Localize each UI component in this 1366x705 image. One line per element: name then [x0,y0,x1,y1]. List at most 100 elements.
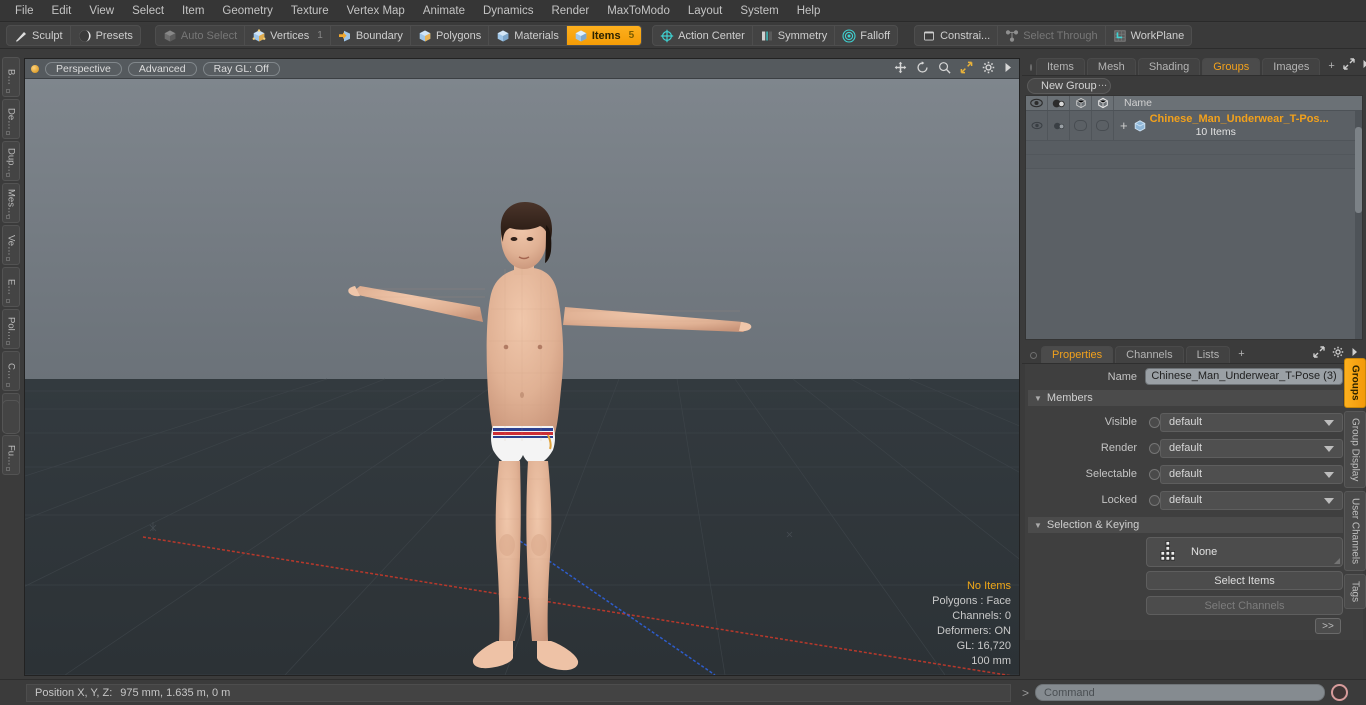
presets-button[interactable]: Presets [71,26,140,45]
left-tab-duplicate[interactable]: Dup… [2,141,20,181]
boundary-button[interactable]: Boundary [331,26,411,45]
group-name-field[interactable]: Chinese_Man_Underwear_T-Pose (3) [1145,368,1343,385]
viewport-raygl-button[interactable]: Ray GL: Off [202,61,280,76]
selectable-indicator-icon[interactable] [1149,468,1160,480]
menu-item-layout[interactable]: Layout [679,1,732,21]
locked-indicator-icon[interactable] [1149,494,1160,506]
groups-list-scrollbar[interactable] [1355,111,1362,339]
materials-button[interactable]: Materials [489,26,567,45]
members-section-header[interactable]: ▼ Members [1028,390,1343,406]
row-wire-toggle[interactable] [1070,111,1092,140]
move-icon[interactable] [894,61,907,77]
menu-item-dynamics[interactable]: Dynamics [474,1,542,21]
selectable-dropdown[interactable]: default [1160,464,1343,484]
menu-item-render[interactable]: Render [542,1,598,21]
menu-item-geometry[interactable]: Geometry [213,1,282,21]
table-row[interactable]: + Chinese_Man_Underwear_T-Pos... 10 Item… [1026,111,1362,141]
viewport-canvas[interactable]: Y X Z No Items Polygons : Face Channels:… [25,79,1019,675]
left-tab-edge[interactable]: E… [2,267,20,307]
render-dropdown[interactable]: default [1160,438,1343,458]
left-tool-collapse-button[interactable] [2,400,20,434]
tab-channels[interactable]: Channels [1115,346,1184,363]
select-items-button[interactable]: Select Items [1146,571,1343,590]
vertices-button[interactable]: Vertices 1 [245,26,331,45]
row-render-toggle[interactable] [1048,111,1070,140]
menu-item-animate[interactable]: Animate [414,1,474,21]
menu-item-help[interactable]: Help [788,1,830,21]
row-shade-toggle[interactable] [1092,111,1114,140]
action-center-button[interactable]: Action Center [653,26,753,45]
arrow-right-icon[interactable] [1004,62,1013,76]
tab-lists[interactable]: Lists [1185,346,1231,363]
tab-add-button[interactable]: + [1322,58,1340,75]
more-options-button[interactable]: >> [1315,618,1341,634]
select-through-button[interactable]: Select Through [998,26,1106,45]
expand-icon[interactable] [1313,346,1325,361]
fit-icon[interactable] [960,61,973,77]
zoom-icon[interactable] [938,61,951,77]
materials-label: Materials [514,29,559,42]
viewport-view-mode-button[interactable]: Perspective [45,61,122,76]
workplane-button[interactable]: WorkPlane [1106,26,1192,45]
polygons-label: Polygons [435,29,482,42]
row-name-cell[interactable]: + Chinese_Man_Underwear_T-Pos... 10 Item… [1114,113,1362,139]
falloff-button[interactable]: Falloff [835,26,897,45]
rotate-icon[interactable] [916,61,929,77]
menu-item-select[interactable]: Select [123,1,173,21]
menu-item-item[interactable]: Item [173,1,213,21]
tab-groups[interactable]: Groups [1202,58,1261,75]
side-tab-group-display[interactable]: Group Display [1344,410,1366,488]
tab-images[interactable]: Images [1262,58,1321,75]
left-tab-deform[interactable]: De… [2,99,20,139]
left-tab-fusion[interactable]: Fu… [2,435,20,475]
command-input[interactable] [1035,684,1326,701]
menu-item-texture[interactable]: Texture [282,1,338,21]
left-tab-basic[interactable]: B… [2,57,20,97]
menu-item-vertex-map[interactable]: Vertex Map [338,1,414,21]
tab-mesh[interactable]: Mesh ... [1086,58,1136,89]
side-tab-groups[interactable]: Groups [1344,358,1366,408]
menu-item-file[interactable]: File [6,1,43,21]
scrollbar-thumb[interactable] [1355,127,1362,213]
select-channels-button[interactable]: Select Channels [1146,596,1343,615]
viewport-shading-button[interactable]: Advanced [127,61,197,76]
items-button[interactable]: Items 5 [566,26,642,45]
properties-add-tab-button[interactable]: + [1232,346,1250,363]
command-record-icon[interactable] [1331,684,1349,701]
polygons-button[interactable]: Polygons [411,26,490,45]
left-tab-curve[interactable]: C… [2,351,20,391]
expand-icon[interactable] [1343,58,1355,73]
tab-items[interactable]: Items [1036,58,1085,75]
gear-icon[interactable] [1332,346,1344,361]
row-visible-toggle[interactable] [1026,111,1048,140]
constraint-button[interactable]: Constrai... [915,26,999,45]
symmetry-button[interactable]: Symmetry [753,26,836,45]
selection-keying-section-header[interactable]: ▼ Selection & Keying [1028,517,1343,533]
left-tab-mesh-edit[interactable]: Mes… [2,183,20,223]
locked-dropdown[interactable]: default [1160,490,1343,510]
tab-shading[interactable]: Shading [1137,58,1201,75]
viewport-3d[interactable]: Perspective Advanced Ray GL: Off No Item… [24,58,1020,676]
visible-dropdown[interactable]: default [1160,412,1343,432]
gear-icon[interactable] [982,61,995,77]
viewport-menu-dot-icon[interactable] [31,64,39,73]
visible-indicator-icon[interactable] [1149,416,1160,428]
side-tab-tags[interactable]: Tags [1344,574,1366,610]
groups-list[interactable]: Name + Chinese_Man_Underwear_T-Pos... 10… [1025,95,1363,340]
row-expander[interactable]: + [1120,118,1128,133]
left-tab-vertex[interactable]: Ve… [2,225,20,265]
render-indicator-icon[interactable] [1149,442,1160,454]
menu-item-maxtomodo[interactable]: MaxToModo [598,1,679,21]
properties-menu-dot-icon[interactable] [1030,352,1037,359]
panel-menu-dot-icon[interactable] [1030,64,1032,71]
tab-properties[interactable]: Properties [1041,346,1114,363]
selection-set-field[interactable]: None [1146,537,1343,567]
auto-select-button[interactable]: Auto Select [156,26,246,45]
arrow-right-icon[interactable] [1362,59,1366,72]
side-tab-user-channels[interactable]: User Channels [1344,490,1366,572]
left-tab-polygon[interactable]: Pol… [2,309,20,349]
sculpt-button[interactable]: Sculpt [7,26,71,45]
menu-item-view[interactable]: View [80,1,123,21]
menu-item-edit[interactable]: Edit [43,1,81,21]
menu-item-system[interactable]: System [731,1,787,21]
